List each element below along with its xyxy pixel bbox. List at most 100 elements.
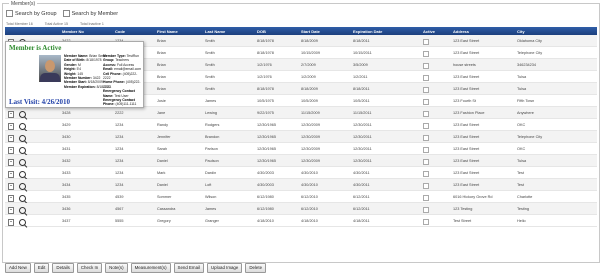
- total-active: Total Active 15: [44, 22, 68, 26]
- active-checkbox[interactable]: [423, 195, 429, 201]
- active-checkbox[interactable]: [423, 75, 429, 81]
- cell-last: Granger: [205, 219, 219, 223]
- active-checkbox[interactable]: [423, 87, 429, 93]
- col-last-name[interactable]: Last Name: [205, 29, 225, 34]
- magnifier-icon[interactable]: [19, 111, 26, 118]
- popup-info-line: Emergency Contact Phone: (405)111-1111: [103, 98, 137, 107]
- col-start-date[interactable]: Start Date: [301, 29, 320, 34]
- add-new-button[interactable]: Add New: [5, 263, 31, 273]
- magnifier-icon[interactable]: [19, 219, 26, 226]
- cell-last: James: [205, 99, 217, 103]
- details-button[interactable]: Details: [52, 263, 74, 273]
- cell-code: 2222: [115, 111, 124, 115]
- table-row[interactable]: 3436 4567 Cassandra James 6/12/1980 6/12/2010…: [5, 203, 597, 215]
- notes-icon[interactable]: [8, 123, 14, 130]
- col-dob[interactable]: DOB: [257, 29, 266, 34]
- col-code[interactable]: Code: [115, 29, 125, 34]
- active-checkbox[interactable]: [423, 51, 429, 57]
- table-row[interactable]: 3429 1234 Randy Rodgers 12/30/1965 12/30/2009…: [5, 119, 597, 131]
- delete-button[interactable]: Delete: [245, 263, 267, 273]
- col-first-name[interactable]: First Name: [157, 29, 178, 34]
- active-checkbox[interactable]: [423, 123, 429, 129]
- col-expiration-date[interactable]: Expiration Date: [353, 29, 382, 34]
- active-checkbox[interactable]: [423, 159, 429, 165]
- cell-dob: 4/18/2010: [257, 219, 274, 223]
- cell-first: Daniel: [157, 159, 168, 163]
- table-row[interactable]: 3431 1234 Sarah Parlson 12/30/1965 12/30/2009…: [5, 143, 597, 155]
- cell-last: Wilson: [205, 195, 217, 199]
- notes-icon[interactable]: [8, 207, 14, 214]
- member-photo: [39, 55, 61, 82]
- cell-dob: 12/30/1965: [257, 159, 277, 163]
- search-by-group-option[interactable]: Search by Group: [6, 10, 57, 17]
- notes-icon[interactable]: [8, 195, 14, 202]
- notes-icon[interactable]: [8, 135, 14, 142]
- active-checkbox[interactable]: [423, 63, 429, 69]
- magnifier-icon[interactable]: [19, 147, 26, 154]
- cell-code: 5555: [115, 219, 124, 223]
- cell-address: 123 East Street: [453, 147, 480, 151]
- cell-first: Sommer: [157, 195, 172, 199]
- active-checkbox[interactable]: [423, 135, 429, 141]
- active-checkbox[interactable]: [423, 39, 429, 45]
- active-checkbox[interactable]: [423, 183, 429, 189]
- cell-city: Test: [517, 183, 524, 187]
- table-row[interactable]: 3432 1234 Daniel Paulson 12/30/1965 12/30/200…: [5, 155, 597, 167]
- search-by-member-checkbox[interactable]: [62, 10, 70, 17]
- notes-icon[interactable]: [8, 219, 14, 226]
- cell-address: 123 East Street: [453, 87, 480, 91]
- table-row[interactable]: 3433 1234 Mark Dardin 4/30/2003 4/30/2010 4/30…: [5, 167, 597, 179]
- table-row[interactable]: 3430 1234 Jennifer Brandon 12/30/1965 12/30/2…: [5, 131, 597, 143]
- active-checkbox[interactable]: [423, 147, 429, 153]
- active-checkbox[interactable]: [423, 111, 429, 117]
- magnifier-icon[interactable]: [19, 123, 26, 130]
- magnifier-icon[interactable]: [19, 195, 26, 202]
- col-member-no[interactable]: Member No: [62, 29, 84, 34]
- table-row[interactable]: 3435 4539 Sommer Wilson 6/12/1980 6/12/2010 6/…: [5, 191, 597, 203]
- search-by-group-checkbox[interactable]: [6, 10, 13, 17]
- cell-city: Tulsa: [517, 75, 527, 79]
- measurement-s-button[interactable]: Measurement(s): [130, 263, 171, 273]
- member-totals: Total Member 16 Total Active 15 Total In…: [6, 22, 104, 26]
- cell-start: 4/30/2010: [301, 171, 318, 175]
- magnifier-icon[interactable]: [19, 183, 26, 190]
- notes-icon[interactable]: [8, 111, 14, 118]
- upload-image-button[interactable]: Upload Image: [206, 263, 243, 273]
- cell-no: 3429: [62, 123, 71, 127]
- magnifier-icon[interactable]: [19, 171, 26, 178]
- active-checkbox[interactable]: [423, 207, 429, 213]
- cell-start: 12/30/2009: [301, 159, 321, 163]
- magnifier-icon[interactable]: [19, 135, 26, 142]
- notes-icon[interactable]: [8, 183, 14, 190]
- table-row[interactable]: 3434 1234 Daniel Loft 4/30/2003 4/30/2010 4/30…: [5, 179, 597, 191]
- edit-button[interactable]: Edit: [33, 263, 50, 273]
- table-row[interactable]: 3437 5555 Gregory Granger 4/18/2010 4/18/2010…: [5, 215, 597, 227]
- cell-dob: 8/18/1978: [257, 39, 274, 43]
- col-city[interactable]: City: [517, 29, 525, 34]
- cell-no: 3433: [62, 171, 71, 175]
- cell-dob: 9/22/1975: [257, 111, 274, 115]
- active-checkbox[interactable]: [423, 99, 429, 105]
- cell-exp: 1/2/2011: [353, 75, 368, 79]
- cell-exp: 11/15/2011: [353, 111, 372, 115]
- col-active[interactable]: Active: [423, 29, 435, 34]
- cell-city: Oklahoma City: [517, 39, 542, 43]
- notes-icon[interactable]: [8, 171, 14, 178]
- magnifier-icon[interactable]: [19, 159, 26, 166]
- notes-icon[interactable]: [8, 147, 14, 154]
- magnifier-icon[interactable]: [19, 207, 26, 214]
- search-by-member-option[interactable]: Search by Member: [62, 10, 118, 17]
- active-checkbox[interactable]: [423, 171, 429, 177]
- popup-info-line: Cell Phone: (405)222-2222: [103, 71, 138, 81]
- cell-code: 1234: [115, 183, 124, 187]
- col-address[interactable]: Address: [453, 29, 469, 34]
- note-s-button[interactable]: Note(s): [105, 263, 128, 273]
- table-row[interactable]: 3428 2222 Jane Lewing 9/22/1975 11/15/2009 11/…: [5, 107, 597, 119]
- cell-exp: 12/30/2011: [353, 147, 372, 151]
- notes-icon[interactable]: [8, 159, 14, 166]
- active-checkbox[interactable]: [423, 219, 429, 225]
- cell-start: 1/2/2009: [301, 75, 316, 79]
- cell-no: 3437: [62, 219, 71, 223]
- send-email-button[interactable]: Send Email: [173, 263, 204, 273]
- check-in-button[interactable]: Check In: [76, 263, 103, 273]
